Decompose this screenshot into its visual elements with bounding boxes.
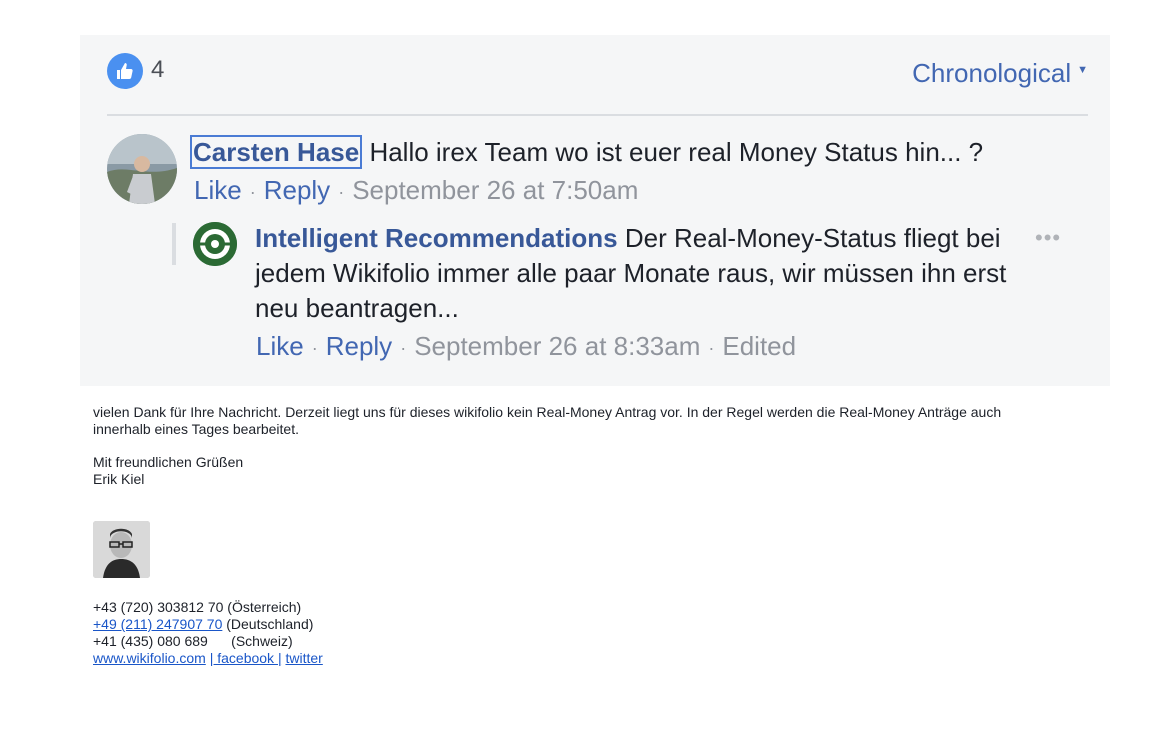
edited-label[interactable]: Edited — [722, 331, 796, 361]
twitter-link[interactable]: twitter — [285, 650, 322, 666]
thumbs-up-icon[interactable] — [107, 53, 143, 89]
phone-germany-label: (Deutschland) — [222, 616, 314, 632]
phone-switzerland: +41 (435) 080 689 (Schweiz) — [93, 633, 293, 649]
phone-austria: +43 (720) 303812 70 (Österreich) — [93, 599, 302, 615]
separator: · — [338, 181, 345, 202]
separator: · — [311, 337, 318, 358]
email-paragraph: vielen Dank für Ihre Nachricht. Derzeit … — [93, 404, 1002, 437]
caret-down-icon: ▼ — [1077, 64, 1088, 76]
like-count[interactable]: 4 — [151, 56, 164, 84]
reply-author[interactable]: Intelligent Recommendations — [255, 223, 618, 253]
separator: · — [708, 337, 715, 358]
facebook-link[interactable]: | facebook | — [210, 650, 282, 666]
reply-thread-bar — [172, 223, 176, 265]
comment-body: Carsten Hase Hallo irex Team wo ist euer… — [190, 135, 984, 169]
separator: · — [249, 181, 256, 202]
facebook-comments-panel: 4 Chronological ▼ Carsten Hase Hallo ire… — [80, 35, 1110, 386]
signer-name: Erik Kiel — [93, 471, 145, 487]
avatar[interactable] — [107, 134, 177, 204]
greeting: Mit freundlichen Grüßen — [93, 454, 244, 470]
comment-text: Hallo irex Team wo ist euer real Money S… — [369, 137, 984, 167]
email-signoff: Mit freundlichen Grüßen Erik Kiel — [93, 454, 243, 488]
comment-author[interactable]: Carsten Hase — [190, 135, 363, 169]
reply-link[interactable]: Reply — [264, 175, 330, 205]
sort-dropdown[interactable]: Chronological ▼ — [912, 58, 1088, 89]
like-link[interactable]: Like — [256, 331, 304, 361]
reply-actions: Like · Reply · September 26 at 8:33am · Edited — [256, 331, 796, 362]
comment-actions: Like · Reply · September 26 at 7:50am — [194, 175, 638, 206]
reply-timestamp[interactable]: September 26 at 8:33am — [414, 331, 700, 361]
phone-germany-row: +49 (211) 247907 70 (Deutschland) — [93, 616, 323, 633]
phone-germany-link[interactable]: +49 (211) 247907 70 — [93, 616, 222, 632]
sort-label: Chronological — [912, 58, 1072, 88]
website-link[interactable]: www.wikifolio.com — [93, 650, 206, 666]
links-row: www.wikifolio.com | facebook | twitter — [93, 650, 323, 667]
like-link[interactable]: Like — [194, 175, 242, 205]
more-dots-icon[interactable]: ••• — [1035, 225, 1061, 251]
reply-link[interactable]: Reply — [326, 331, 392, 361]
avatar[interactable] — [193, 222, 237, 266]
signer-photo — [93, 521, 150, 578]
separator: · — [400, 337, 407, 358]
comment-timestamp[interactable]: September 26 at 7:50am — [352, 175, 638, 205]
reply-body: Intelligent Recommendations Der Real-Mon… — [255, 221, 1035, 326]
contact-block: +43 (720) 303812 70 (Österreich) +49 (211… — [93, 599, 323, 667]
divider — [107, 114, 1088, 116]
